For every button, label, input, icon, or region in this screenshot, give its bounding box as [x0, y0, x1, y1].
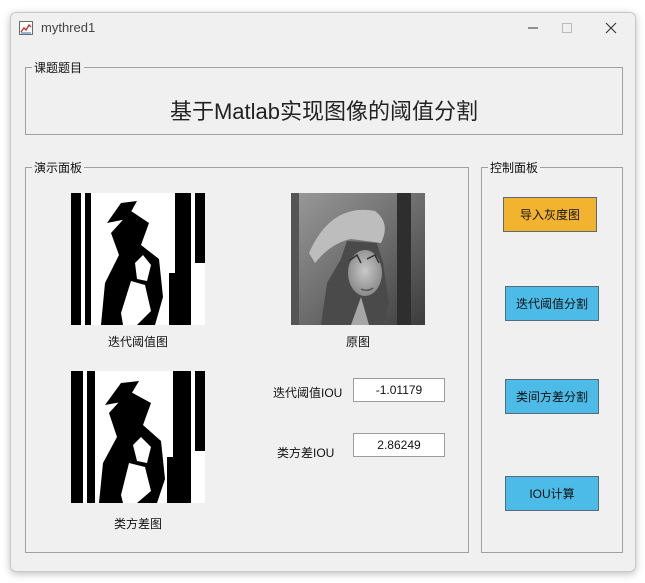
close-icon: [605, 22, 617, 34]
iterative-threshold-caption: 迭代阈值图: [107, 335, 168, 349]
import-grayscale-button[interactable]: 导入灰度图: [503, 197, 597, 232]
class-variance-button[interactable]: 类间方差分割: [505, 379, 599, 414]
app-window: mythred1 课题题目 基于Matlab实现图像的阈值分割 演示面板 迭代阈…: [10, 12, 636, 572]
class-variance-image: [71, 371, 205, 503]
maximize-button[interactable]: [545, 13, 589, 43]
control-panel-legend: 控制面板: [490, 161, 539, 175]
demo-panel-legend: 演示面板: [34, 161, 83, 175]
matlab-figure-icon: [19, 21, 33, 35]
window-title: mythred1: [41, 20, 96, 35]
original-image-caption: 原图: [345, 335, 370, 349]
variance-iou-label: 类方差IOU: [277, 446, 335, 460]
iterative-iou-value[interactable]: -1.01179: [353, 378, 445, 402]
iterative-threshold-image: [71, 193, 205, 325]
iterative-threshold-button[interactable]: 迭代阈值分割: [505, 286, 599, 321]
maximize-icon: [562, 23, 572, 33]
topic-panel-legend: 课题题目: [34, 61, 83, 75]
iterative-iou-label: 迭代阈值IOU: [273, 386, 343, 400]
iou-calc-button[interactable]: IOU计算: [505, 476, 599, 511]
variance-iou-value[interactable]: 2.86249: [353, 433, 445, 457]
title-bar[interactable]: mythred1: [11, 13, 635, 43]
close-button[interactable]: [589, 13, 633, 43]
topic-panel: 课题题目 基于Matlab实现图像的阈值分割: [25, 59, 623, 135]
minimize-icon: [528, 27, 538, 29]
class-variance-caption: 类方差图: [113, 517, 162, 531]
original-image: [291, 193, 425, 325]
page-title: 基于Matlab实现图像的阈值分割: [169, 99, 479, 124]
